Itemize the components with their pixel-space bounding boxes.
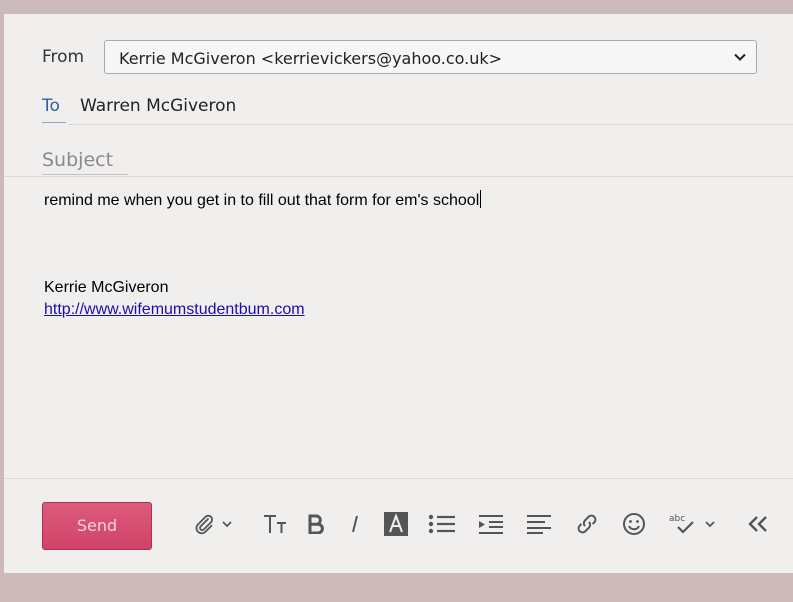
svg-text:abc: abc: [669, 514, 685, 524]
to-label[interactable]: To: [42, 96, 60, 116]
recipient-field[interactable]: Warren McGiveron: [80, 96, 236, 116]
subject-underline: [42, 174, 128, 175]
compose-window: From Kerrie McGiveron <kerrievickers@yah…: [4, 14, 793, 573]
to-underline: [42, 122, 66, 123]
indent-icon[interactable]: [476, 510, 506, 538]
chevron-down-icon[interactable]: [702, 510, 718, 538]
bold-icon[interactable]: [304, 510, 328, 538]
link-icon[interactable]: [572, 510, 602, 538]
chevron-down-icon[interactable]: [219, 510, 235, 538]
subject-input[interactable]: [42, 146, 642, 174]
align-left-icon[interactable]: [524, 510, 554, 538]
from-select[interactable]: Kerrie McGiveron <kerrievickers@yahoo.co…: [104, 40, 757, 74]
signature-name: Kerrie McGiveron: [44, 279, 169, 296]
from-value: Kerrie McGiveron <kerrievickers@yahoo.co…: [119, 49, 503, 68]
from-label: From: [42, 47, 85, 67]
divider: [4, 176, 793, 177]
chevron-down-icon: [734, 53, 746, 61]
emoji-icon[interactable]: [620, 510, 648, 538]
paperclip-icon[interactable]: [190, 510, 218, 538]
spellcheck-icon[interactable]: abc: [666, 510, 700, 538]
italic-icon[interactable]: [344, 510, 366, 538]
background-band: [0, 573, 793, 602]
send-button[interactable]: Send: [42, 502, 152, 550]
divider: [68, 124, 793, 125]
bullet-list-icon[interactable]: [427, 510, 457, 538]
divider: [4, 478, 793, 479]
signature-link[interactable]: http://www.wifemumstudentbum.com: [44, 301, 305, 319]
collapse-icon[interactable]: [744, 510, 772, 538]
message-body[interactable]: remind me when you get in to fill out th…: [44, 190, 744, 470]
text-color-icon[interactable]: [383, 510, 409, 538]
text-size-icon[interactable]: [260, 510, 290, 538]
message-text: remind me when you get in to fill out th…: [44, 192, 480, 209]
text-caret: [480, 190, 482, 208]
